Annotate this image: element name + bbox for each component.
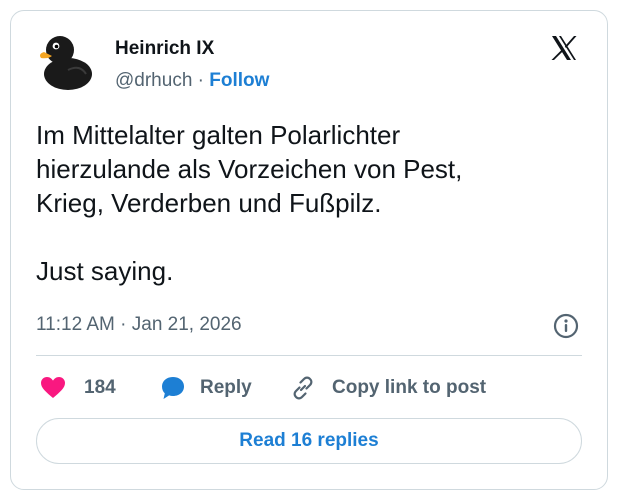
copy-link-button[interactable]: Copy link to post (290, 372, 486, 404)
link-icon (293, 376, 313, 400)
reply-label: Reply (200, 377, 252, 398)
copy-link-label: Copy link to post (332, 377, 487, 398)
like-count: 184 (84, 377, 116, 398)
rubber-duck-avatar[interactable] (34, 30, 98, 94)
read-replies-button[interactable]: Read 16 replies (36, 418, 582, 464)
reply-bubble-icon (162, 377, 184, 399)
info-icon[interactable] (553, 313, 579, 339)
author-handle[interactable]: @drhuch (115, 70, 192, 91)
reply-button[interactable]: Reply (160, 372, 252, 404)
divider (36, 355, 582, 356)
author-name[interactable]: Heinrich IX (115, 38, 214, 60)
x-logo-icon[interactable] (549, 33, 579, 63)
follow-button[interactable]: Follow (209, 70, 269, 91)
author-handle-row: @drhuch · Follow (115, 70, 269, 92)
heart-icon (41, 377, 65, 398)
tweet-text: Im Mittelalter galten Polarlichter hierz… (36, 118, 576, 288)
read-replies-label: Read 16 replies (239, 430, 379, 451)
tweet-line: Im Mittelalter galten Polarlichter (36, 120, 401, 150)
tweet-line: Krieg, Verderben und Fußpilz. (36, 188, 382, 218)
tweet-closing: Just saying. (36, 256, 174, 286)
like-button[interactable]: 184 (40, 372, 116, 404)
action-bar: 184 Reply Copy link to post (36, 372, 582, 404)
separator-dot: · (197, 70, 204, 91)
tweet-line: hierzulande als Vorzeichen von Pest, (36, 154, 463, 184)
tweet-timestamp[interactable]: 11:12 AM · Jan 21, 2026 (36, 314, 242, 336)
